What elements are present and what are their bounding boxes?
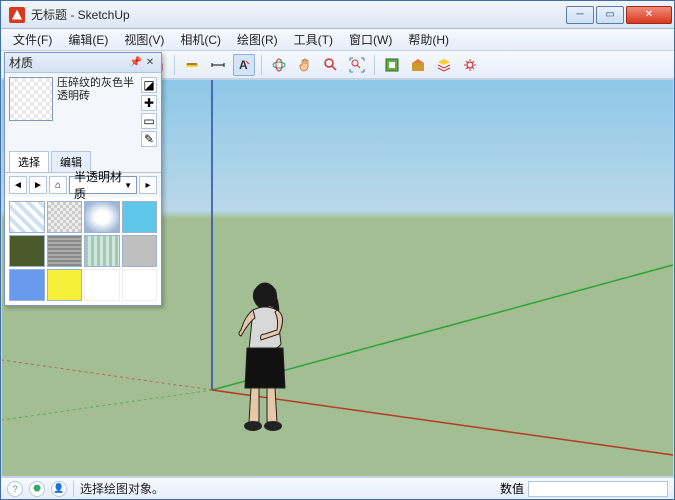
create-material-icon[interactable]: ✚ <box>141 95 157 111</box>
display-secondary-icon[interactable]: ◪ <box>141 77 157 93</box>
dimension-tool-icon[interactable] <box>207 54 229 76</box>
status-info-icon[interactable]: ? <box>7 481 23 497</box>
material-swatch[interactable] <box>84 235 120 267</box>
material-tool-column: ◪ ✚ ▭ ✎ <box>141 77 157 147</box>
tab-select[interactable]: 选择 <box>9 151 49 172</box>
material-swatch[interactable] <box>47 201 83 233</box>
library-dropdown[interactable]: 半透明材质 ▼ <box>69 176 137 194</box>
material-swatch[interactable] <box>84 201 120 233</box>
menu-tools[interactable]: 工具(T) <box>286 29 341 50</box>
menu-window[interactable]: 窗口(W) <box>341 29 400 50</box>
measurement-label: 数值 <box>500 480 524 497</box>
menu-bar: 文件(F) 编辑(E) 视图(V) 相机(C) 绘图(R) 工具(T) 窗口(W… <box>1 29 674 51</box>
orbit-tool-icon[interactable] <box>268 54 290 76</box>
window-title: 无标题 - SketchUp <box>31 6 566 23</box>
status-separator <box>73 481 74 497</box>
status-geo-icon[interactable]: ⬣ <box>29 481 45 497</box>
text-tool-icon[interactable]: A <box>233 54 255 76</box>
status-hint: 选择绘图对象。 <box>80 480 164 497</box>
preferences-icon[interactable] <box>459 54 481 76</box>
material-swatch[interactable] <box>9 235 45 267</box>
chevron-down-icon: ▼ <box>124 181 132 190</box>
svg-text:A: A <box>239 58 248 72</box>
app-window: 无标题 - SketchUp ─ ▭ ✕ 文件(F) 编辑(E) 视图(V) 相… <box>0 0 675 500</box>
menu-view[interactable]: 视图(V) <box>116 29 172 50</box>
app-icon <box>9 7 25 23</box>
status-bar: ? ⬣ 👤 选择绘图对象。 数值 <box>1 477 674 499</box>
material-swatch[interactable] <box>47 235 83 267</box>
menu-edit[interactable]: 编辑(E) <box>60 29 116 50</box>
tape-measure-icon[interactable] <box>181 54 203 76</box>
maximize-button[interactable]: ▭ <box>596 6 624 24</box>
nav-forward-icon[interactable]: ► <box>29 176 47 194</box>
warehouse-icon[interactable] <box>381 54 403 76</box>
current-material-row: 压碎纹的灰色半透明砖 ◪ ✚ ▭ ✎ <box>5 73 161 151</box>
status-user-icon[interactable]: 👤 <box>51 481 67 497</box>
zoom-tool-icon[interactable] <box>320 54 342 76</box>
toolbar-separator <box>374 55 375 75</box>
material-swatch[interactable] <box>9 201 45 233</box>
scale-figure[interactable] <box>217 280 297 435</box>
menu-draw[interactable]: 绘图(R) <box>229 29 286 50</box>
measurement-input[interactable] <box>528 481 668 497</box>
axis-y-neg <box>2 390 212 420</box>
menu-camera[interactable]: 相机(C) <box>172 29 229 50</box>
current-material-swatch[interactable] <box>9 77 53 121</box>
materials-panel-title: 材质 <box>9 54 129 71</box>
material-swatch[interactable] <box>122 269 158 301</box>
eyedropper-icon[interactable]: ✎ <box>141 131 157 147</box>
material-swatch[interactable] <box>9 269 45 301</box>
material-swatch[interactable] <box>47 269 83 301</box>
pan-tool-icon[interactable] <box>294 54 316 76</box>
close-button[interactable]: ✕ <box>626 6 672 24</box>
panel-pin-icon[interactable]: 📌 <box>129 56 143 70</box>
nav-home-icon[interactable]: ⌂ <box>49 176 67 194</box>
menu-file[interactable]: 文件(F) <box>5 29 60 50</box>
default-material-icon[interactable]: ▭ <box>141 113 157 129</box>
menu-help[interactable]: 帮助(H) <box>400 29 457 50</box>
panel-close-icon[interactable]: ✕ <box>143 56 157 70</box>
status-right: 数值 <box>500 480 668 497</box>
zoom-extents-icon[interactable] <box>346 54 368 76</box>
current-material-name: 压碎纹的灰色半透明砖 <box>57 77 137 103</box>
library-nav: ◄ ► ⌂ 半透明材质 ▼ ▸ <box>5 173 161 197</box>
material-grid <box>5 197 161 305</box>
library-menu-icon[interactable]: ▸ <box>139 176 157 194</box>
nav-back-icon[interactable]: ◄ <box>9 176 27 194</box>
material-swatch[interactable] <box>84 269 120 301</box>
minimize-button[interactable]: ─ <box>566 6 594 24</box>
materials-panel-header[interactable]: 材质 📌 ✕ <box>5 53 161 73</box>
window-controls: ─ ▭ ✕ <box>566 6 672 24</box>
material-swatch[interactable] <box>122 235 158 267</box>
layers-icon[interactable] <box>433 54 455 76</box>
title-bar[interactable]: 无标题 - SketchUp ─ ▭ ✕ <box>1 1 674 29</box>
toolbar-separator <box>174 55 175 75</box>
extension-warehouse-icon[interactable] <box>407 54 429 76</box>
axis-x-neg <box>2 360 212 390</box>
material-swatch[interactable] <box>122 201 158 233</box>
toolbar-separator <box>261 55 262 75</box>
library-dropdown-label: 半透明材质 <box>74 168 124 202</box>
materials-panel[interactable]: 材质 📌 ✕ 压碎纹的灰色半透明砖 ◪ ✚ ▭ ✎ 选择 编辑 ◄ ► ⌂ 半透… <box>4 52 162 306</box>
